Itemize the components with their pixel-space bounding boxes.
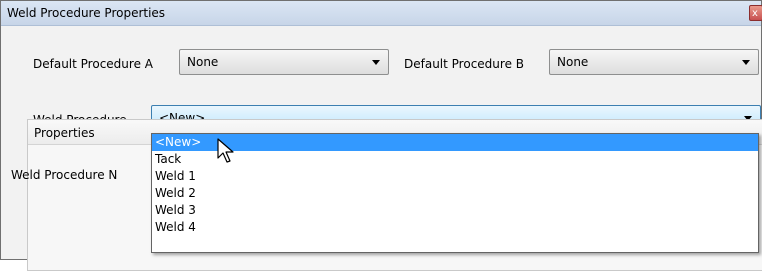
default-procedure-b-select[interactable]: None xyxy=(549,49,759,75)
window-title: Weld Procedure Properties xyxy=(7,6,166,20)
weld-procedure-dropdown-list: <New> Tack Weld 1 Weld 2 Weld 3 Weld 4 xyxy=(151,133,759,253)
default-procedure-b-value: None xyxy=(557,55,589,69)
weld-procedure-name-label: Weld Procedure N xyxy=(11,168,118,182)
option-weld-2[interactable]: Weld 2 xyxy=(152,185,758,202)
chevron-down-icon xyxy=(742,60,750,65)
option-weld-4[interactable]: Weld 4 xyxy=(152,219,758,236)
option-weld-1[interactable]: Weld 1 xyxy=(152,168,758,185)
title-bar[interactable]: Weld Procedure Properties x xyxy=(1,1,762,26)
option-weld-3[interactable]: Weld 3 xyxy=(152,202,758,219)
default-procedure-a-value: None xyxy=(187,55,219,69)
default-procedure-a-label: Default Procedure A xyxy=(33,57,153,71)
properties-title: Properties xyxy=(34,126,95,140)
default-procedure-b-label: Default Procedure B xyxy=(404,57,524,71)
chevron-down-icon xyxy=(372,60,380,65)
default-procedure-a-select[interactable]: None xyxy=(179,49,389,75)
dialog-window: Weld Procedure Properties x Default Proc… xyxy=(0,0,762,271)
option-tack[interactable]: Tack xyxy=(152,151,758,168)
close-button[interactable]: x xyxy=(749,5,762,21)
mouse-pointer-icon xyxy=(217,138,234,163)
option-new[interactable]: <New> xyxy=(152,134,758,151)
